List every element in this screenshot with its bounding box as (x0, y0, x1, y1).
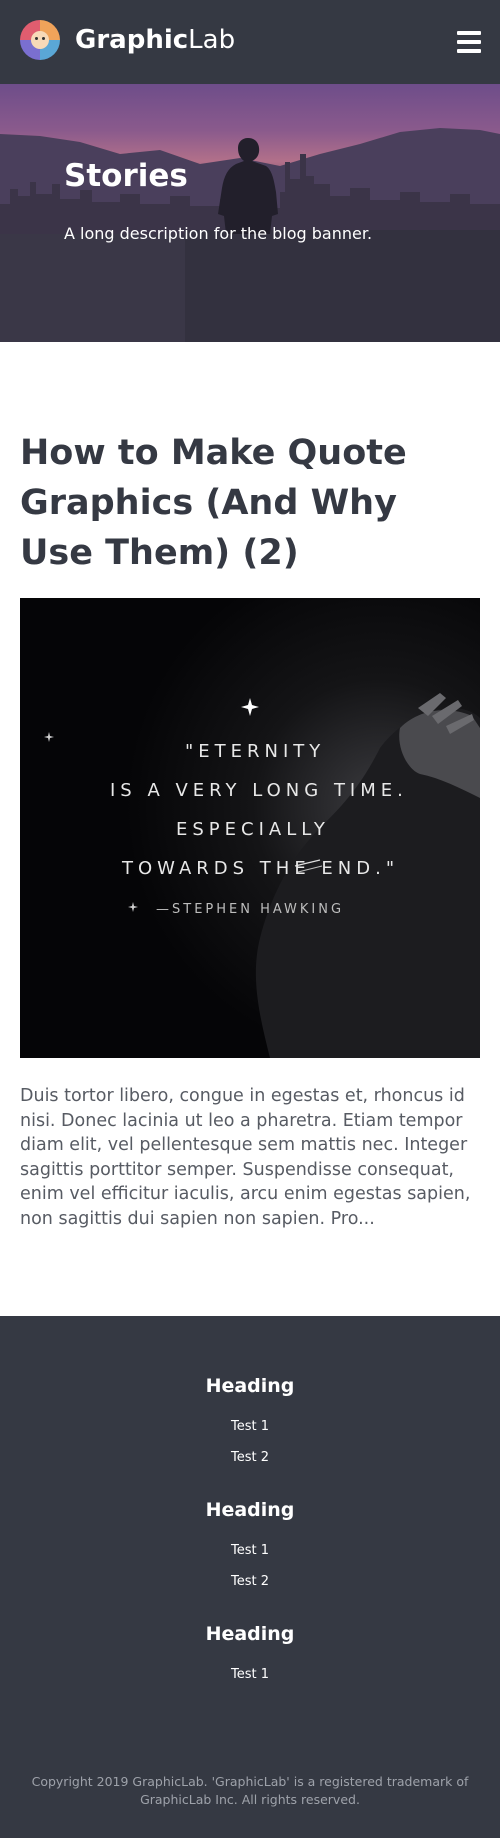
article-featured-image[interactable]: "ETERNITY IS A VERY LONG TIME. ESPECIALL… (20, 598, 480, 1058)
hamburger-menu-icon[interactable] (457, 31, 481, 53)
quote-line-3: ESPECIALLY (176, 819, 330, 840)
banner-title: Stories (64, 158, 188, 194)
footer-link[interactable]: Test 2 (0, 1450, 500, 1465)
quote-line-1: "ETERNITY (185, 741, 326, 762)
logo-face (31, 31, 49, 49)
blog-banner: Stories A long description for the blog … (0, 84, 500, 342)
quote-line-4: TOWARDS THE END." (122, 858, 400, 879)
footer-link[interactable]: Test 2 (0, 1574, 500, 1589)
quote-attribution: —STEPHEN HAWKING (156, 902, 345, 917)
footer-heading-1: Heading (205, 1375, 295, 1397)
logo-text-light: Lab (188, 25, 236, 55)
footer-link[interactable]: Test 1 (0, 1419, 500, 1434)
footer-heading-3: Heading (205, 1623, 295, 1645)
footer-link[interactable]: Test 1 (0, 1667, 500, 1682)
site-header: GraphicLab (0, 0, 500, 84)
logo-eye-right (42, 37, 45, 40)
footer-heading-2: Heading (205, 1499, 295, 1521)
logo-eye-left (35, 37, 38, 40)
footer-copyright: Copyright 2019 GraphicLab. 'GraphicLab' … (31, 1774, 469, 1807)
quote-line-2: IS A VERY LONG TIME. (110, 780, 408, 801)
logo-text-bold: Graphic (75, 25, 189, 55)
logo-icon[interactable] (20, 20, 60, 60)
article-excerpt: Duis tortor libero, congue in egestas et… (20, 1086, 471, 1229)
menu-bar (457, 49, 481, 53)
article-title[interactable]: How to Make Quote Graphics (And Why Use … (20, 428, 480, 578)
menu-bar (457, 40, 481, 44)
menu-bar (457, 31, 481, 35)
footer-link[interactable]: Test 1 (0, 1543, 500, 1558)
banner-description: A long description for the blog banner. (64, 224, 373, 243)
banner-skyline-image (0, 128, 500, 342)
site-logo-text[interactable]: GraphicLab (75, 24, 235, 56)
